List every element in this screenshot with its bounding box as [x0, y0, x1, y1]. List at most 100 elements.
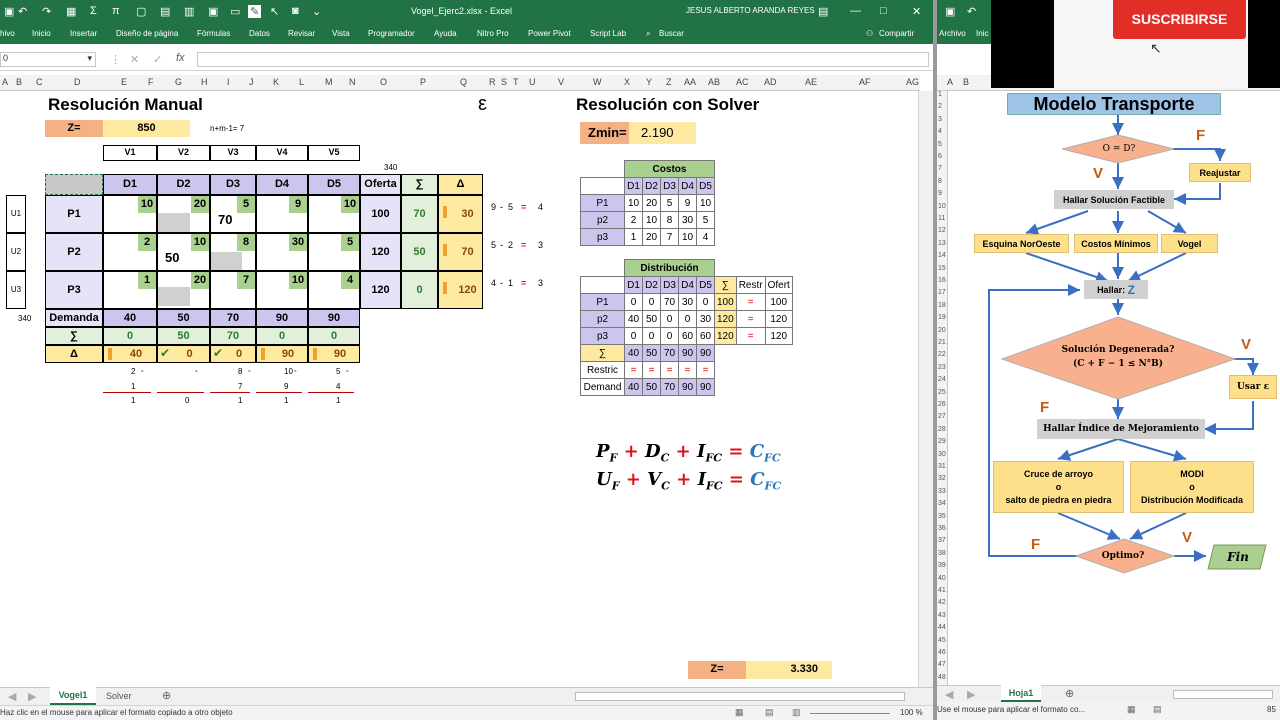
- delta-row-label: Δ: [45, 345, 103, 363]
- layout-view-icon[interactable]: ▤: [765, 707, 774, 718]
- below-b: 7: [238, 382, 243, 391]
- column-header: AF: [859, 77, 871, 87]
- flow-v1: V: [1093, 165, 1104, 182]
- costos-cell: 5: [660, 194, 679, 212]
- right-save-icon[interactable]: ▣: [945, 5, 955, 18]
- column-header: I: [227, 77, 230, 87]
- sigma-header: ∑: [401, 174, 438, 195]
- formula-uvic: UF + VC + IFC = CFC: [596, 469, 782, 493]
- minimize-icon[interactable]: —: [850, 5, 861, 17]
- tab-powerpivot[interactable]: Power Pivot: [528, 29, 571, 38]
- vertical-scrollbar[interactable]: [918, 91, 933, 687]
- tab-next-icon[interactable]: ▶: [28, 690, 36, 703]
- tab-solver[interactable]: Solver: [106, 691, 132, 701]
- costos-col: D3: [660, 177, 679, 195]
- right-tab-archivo[interactable]: Archivo: [939, 29, 966, 38]
- normal-view-icon[interactable]: ▦: [735, 707, 744, 718]
- share-icon[interactable]: ⚇: [866, 29, 873, 38]
- nm-text: n+m-1= 7: [210, 124, 245, 133]
- right-layout-view-icon[interactable]: ▤: [1153, 704, 1162, 715]
- table-icon[interactable]: ▦: [66, 5, 76, 18]
- status-text: Haz clic en el mouse para aplicar el for…: [0, 708, 233, 717]
- box-icon[interactable]: ▢: [136, 5, 146, 18]
- column-header: W: [593, 77, 602, 87]
- tab-datos[interactable]: Datos: [249, 29, 270, 38]
- tab-programador[interactable]: Programador: [368, 29, 415, 38]
- tab-revisar[interactable]: Revisar: [288, 29, 315, 38]
- zoom-slider[interactable]: [810, 713, 890, 714]
- dist-cell: 30: [696, 310, 715, 328]
- costos-col: D2: [642, 177, 661, 195]
- worksheet-vogel1[interactable]: Resolución Manual ε Resolución con Solve…: [0, 91, 918, 687]
- right-tab-prev-icon[interactable]: ◀: [945, 688, 953, 701]
- right-tab-inicio[interactable]: Inic: [976, 29, 988, 38]
- row-number: 4: [938, 128, 942, 136]
- allocation-value: 50: [165, 250, 180, 265]
- highlight-cell: [158, 287, 190, 306]
- chevron-down-icon[interactable]: ▾: [87, 53, 92, 64]
- below-c: 1: [131, 396, 136, 405]
- share-button[interactable]: Compartir: [879, 29, 914, 38]
- dist-demand-row: 90: [696, 378, 715, 396]
- enter-icon[interactable]: ✓: [153, 53, 162, 66]
- search-box[interactable]: Buscar: [659, 29, 684, 38]
- right-toolbar: [937, 44, 992, 75]
- page-break-icon[interactable]: ▥: [792, 707, 801, 718]
- picture-icon[interactable]: ▣: [208, 5, 218, 18]
- row-number: 42: [938, 599, 946, 607]
- row-number: 41: [938, 587, 946, 594]
- tab-prev-icon[interactable]: ◀: [8, 690, 16, 703]
- cancel-icon[interactable]: ✕: [130, 53, 139, 66]
- costos-cell: 5: [696, 211, 715, 229]
- camera-icon[interactable]: ◙: [292, 5, 299, 17]
- screen-icon[interactable]: ▭: [230, 5, 240, 18]
- tab-ayuda[interactable]: Ayuda: [434, 29, 457, 38]
- tab-scriptlab[interactable]: Script Lab: [590, 29, 626, 38]
- fx-icon[interactable]: fx: [176, 52, 185, 64]
- right-tab-next-icon[interactable]: ▶: [967, 688, 975, 701]
- tab-hoja1[interactable]: Hoja1: [1001, 685, 1041, 702]
- right-horizontal-scrollbar[interactable]: [1173, 690, 1273, 699]
- name-box[interactable]: 0 ▾: [0, 52, 96, 67]
- format-painter-icon[interactable]: ✎: [248, 5, 262, 18]
- tab-vista[interactable]: Vista: [332, 29, 350, 38]
- right-undo-icon[interactable]: ↶: [967, 5, 976, 18]
- table-cell: [581, 260, 625, 277]
- save-icon[interactable]: ▣: [4, 5, 14, 18]
- dist-sum-row: 70: [660, 344, 679, 362]
- search-icon[interactable]: ⌕: [646, 29, 650, 39]
- tab-diseno[interactable]: Diseño de página: [116, 29, 178, 38]
- add-sheet-icon[interactable]: ⊕: [162, 689, 171, 702]
- tab-insertar[interactable]: Insertar: [70, 29, 97, 38]
- tab-formulas[interactable]: Fórmulas: [197, 29, 230, 38]
- table-cell: [580, 177, 625, 195]
- table-cell: [580, 276, 625, 294]
- formula-input[interactable]: [197, 52, 929, 67]
- tab-nitro[interactable]: Nitro Pro: [477, 29, 509, 38]
- ribbon-tabs: hivo Inicio Insertar Diseño de página Fó…: [0, 25, 935, 44]
- tab-archivo[interactable]: hivo: [0, 29, 15, 38]
- function-icon[interactable]: Σ: [90, 5, 97, 17]
- u-label: U1: [6, 195, 26, 233]
- row-number: 30: [938, 450, 946, 458]
- right-normal-view-icon[interactable]: ▦: [1127, 704, 1136, 715]
- close-icon[interactable]: ✕: [912, 5, 921, 18]
- calc-icon[interactable]: ▥: [184, 5, 194, 18]
- flow-v2: V: [1241, 336, 1252, 353]
- right-add-sheet-icon[interactable]: ⊕: [1065, 687, 1074, 700]
- tab-inicio[interactable]: Inicio: [32, 29, 51, 38]
- subscribe-button[interactable]: SUSCRIBIRSE: [1113, 0, 1246, 39]
- cursor-icon[interactable]: ↖: [270, 5, 279, 18]
- redo-icon[interactable]: ↷: [42, 5, 51, 18]
- v-label: V5: [308, 145, 360, 161]
- more-icon[interactable]: ⌄: [312, 5, 321, 18]
- flowchart-sheet[interactable]: Modelo Transporte O = D? F V Reajustar H…: [948, 91, 1280, 687]
- undo-icon[interactable]: ↶: [18, 5, 27, 18]
- maximize-icon[interactable]: □: [880, 5, 887, 17]
- grid-icon[interactable]: ▤: [160, 5, 170, 18]
- sum-value: 70: [401, 195, 438, 233]
- horizontal-scrollbar[interactable]: [575, 692, 905, 701]
- tab-vogel1[interactable]: Vogel1: [50, 687, 96, 705]
- pi-icon[interactable]: π: [112, 5, 120, 17]
- ribbon-display-icon[interactable]: ▤: [818, 5, 828, 18]
